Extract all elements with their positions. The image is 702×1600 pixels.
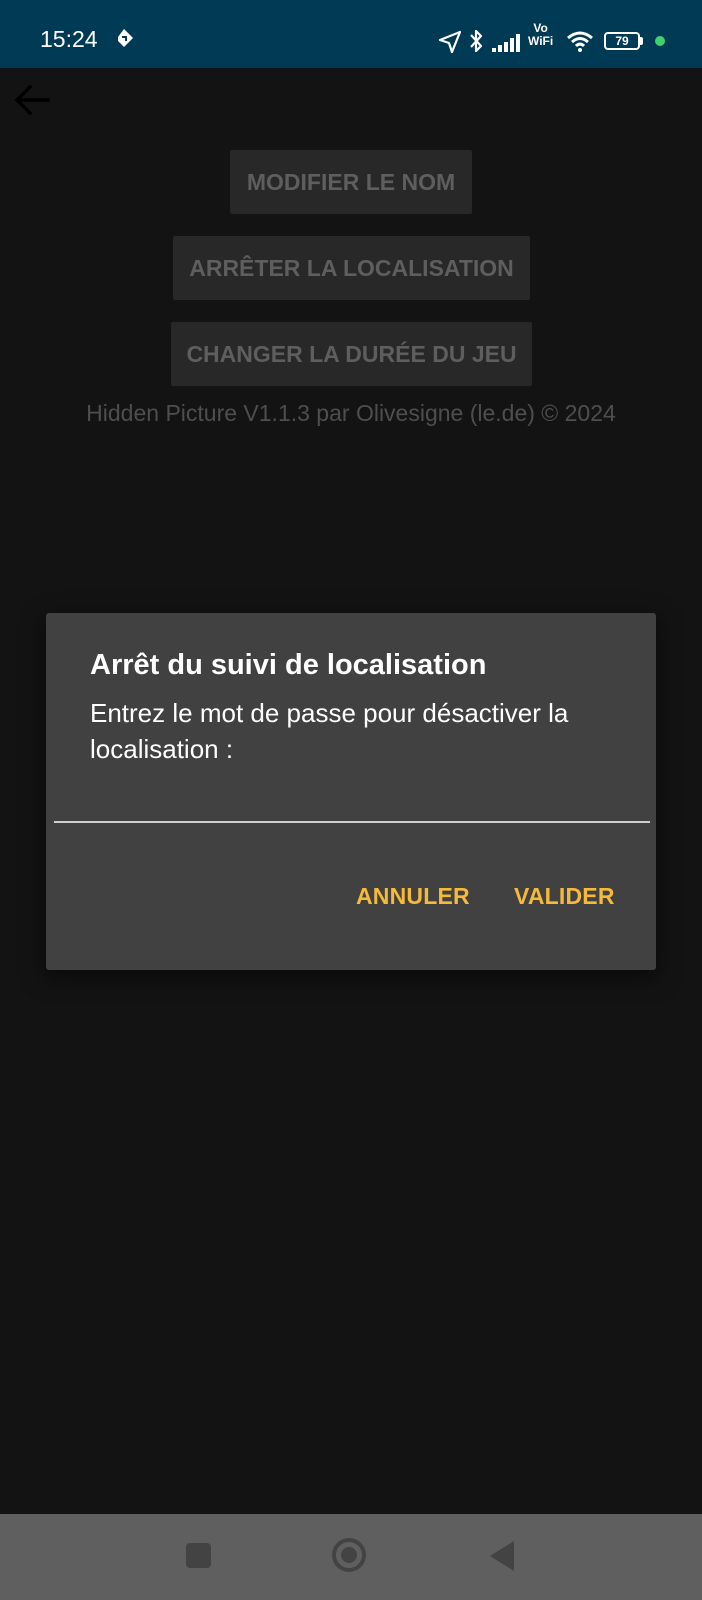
- battery-indicator: 79: [604, 32, 640, 50]
- wifi-icon: [567, 31, 593, 52]
- status-time: 15:24: [40, 26, 98, 52]
- dialog-title: Arrêt du suivi de localisation: [90, 649, 487, 681]
- status-bar: 15:24 Vo WiFi 79: [0, 0, 702, 68]
- home-button-center: [341, 1547, 357, 1563]
- nav-back-button[interactable]: [490, 1541, 514, 1571]
- stop-location-button[interactable]: ARRÊTER LA LOCALISATION: [173, 236, 530, 300]
- recents-button[interactable]: [186, 1543, 211, 1568]
- arrow-left-icon: [14, 84, 50, 116]
- password-dialog: Arrêt du suivi de localisation Entrez le…: [46, 613, 656, 970]
- change-game-duration-button[interactable]: CHANGER LA DURÉE DU JEU: [171, 322, 532, 386]
- validate-button[interactable]: VALIDER: [514, 883, 615, 910]
- privacy-indicator-dot: [655, 36, 665, 46]
- notification-icon: [118, 29, 133, 47]
- signal-icon: [492, 34, 520, 52]
- back-button[interactable]: [14, 82, 54, 118]
- location-icon: [438, 30, 462, 54]
- bluetooth-icon: [470, 29, 483, 53]
- cancel-button[interactable]: ANNULER: [356, 883, 470, 910]
- rename-button[interactable]: MODIFIER LE NOM: [230, 150, 472, 214]
- battery-tip: [640, 37, 643, 45]
- password-input[interactable]: [54, 763, 650, 823]
- dialog-message: Entrez le mot de passe pour désactiver l…: [90, 698, 569, 764]
- version-footer: Hidden Picture V1.1.3 par Olivesigne (le…: [86, 400, 616, 426]
- vowifi-indicator: Vo WiFi: [528, 21, 554, 48]
